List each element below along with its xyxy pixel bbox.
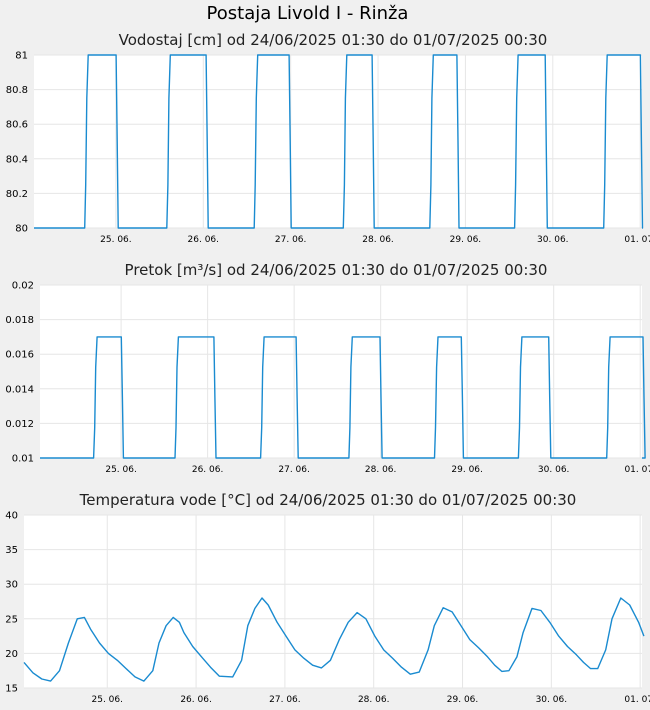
y-tick-label: 0.01 <box>12 454 34 465</box>
y-tick-label: 0.018 <box>5 315 34 326</box>
chart-title: Pretok [m³/s] od 24/06/2025 01:30 do 01/… <box>125 261 548 279</box>
y-tick-label: 0.02 <box>12 281 34 292</box>
x-tick-label: 01. 07. <box>624 465 650 475</box>
chart-panel-1: Vodostaj [cm] od 24/06/2025 01:30 do 01/… <box>6 31 650 245</box>
y-tick-label: 40 <box>5 511 18 522</box>
x-tick-label: 27. 06. <box>275 235 307 245</box>
x-tick-label: 28. 06. <box>358 695 390 705</box>
y-tick-label: 0.012 <box>5 419 34 430</box>
x-tick-label: 30. 06. <box>536 695 568 705</box>
x-tick-label: 25. 06. <box>100 235 132 245</box>
x-tick-label: 29. 06. <box>450 235 482 245</box>
x-tick-label: 25. 06. <box>105 465 137 475</box>
charts-canvas: Vodostaj [cm] od 24/06/2025 01:30 do 01/… <box>5 31 650 705</box>
x-tick-label: 27. 06. <box>269 695 301 705</box>
y-tick-label: 0.014 <box>5 384 34 395</box>
x-tick-label: 26. 06. <box>188 235 220 245</box>
y-tick-label: 80.4 <box>6 154 28 165</box>
x-tick-label: 30. 06. <box>537 235 569 245</box>
y-tick-label: 80.2 <box>6 189 28 200</box>
y-tick-label: 20 <box>5 649 18 660</box>
plot-area <box>34 55 642 228</box>
y-tick-label: 80 <box>15 224 28 235</box>
y-tick-label: 30 <box>5 580 18 591</box>
y-tick-label: 0.016 <box>5 350 34 361</box>
x-tick-label: 25. 06. <box>92 695 124 705</box>
y-tick-label: 15 <box>5 684 18 695</box>
x-tick-label: 29. 06. <box>447 695 479 705</box>
x-tick-label: 28. 06. <box>362 235 394 245</box>
x-tick-label: 27. 06. <box>278 465 310 475</box>
x-tick-label: 26. 06. <box>192 465 224 475</box>
x-tick-label: 28. 06. <box>365 465 397 475</box>
y-tick-label: 80.6 <box>6 120 28 131</box>
chart-title: Vodostaj [cm] od 24/06/2025 01:30 do 01/… <box>119 31 548 49</box>
chart-title: Temperatura vode [°C] od 24/06/2025 01:3… <box>79 491 577 509</box>
plot-area <box>40 285 642 458</box>
y-tick-label: 35 <box>5 545 18 556</box>
y-tick-label: 80.8 <box>6 85 28 96</box>
plot-area <box>24 515 642 688</box>
chart-panel-2: Pretok [m³/s] od 24/06/2025 01:30 do 01/… <box>5 261 650 475</box>
y-tick-label: 81 <box>15 51 28 62</box>
x-tick-label: 26. 06. <box>180 695 212 705</box>
x-tick-label: 01. 07. <box>624 695 650 705</box>
y-tick-label: 25 <box>5 614 18 625</box>
x-tick-label: 01. 07. <box>624 235 650 245</box>
chart-panel-3: Temperatura vode [°C] od 24/06/2025 01:3… <box>5 491 650 705</box>
x-tick-label: 30. 06. <box>538 465 570 475</box>
x-tick-label: 29. 06. <box>451 465 483 475</box>
